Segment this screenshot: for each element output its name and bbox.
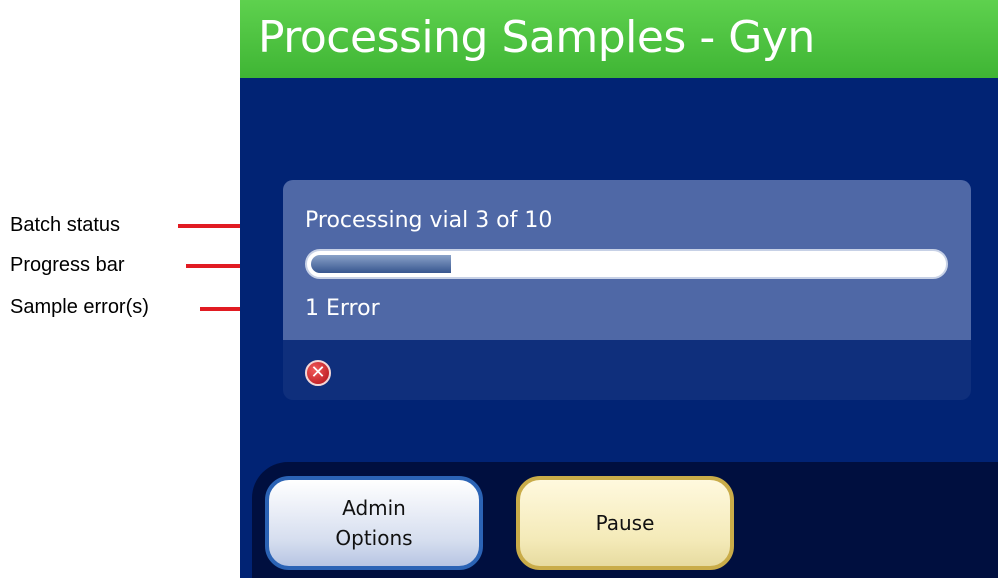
sample-errors-text[interactable]: 1 Error	[305, 296, 380, 321]
error-x-icon[interactable]: ✕	[305, 360, 331, 386]
callout-progress-bar: Progress bar	[10, 254, 125, 276]
page-title: Processing Samples - Gyn	[258, 12, 815, 63]
admin-options-label-line2: Options	[335, 526, 413, 550]
batch-status-panel-top: Processing vial 3 of 10 1 Error	[283, 180, 971, 340]
pause-label: Pause	[595, 511, 655, 535]
pause-button[interactable]: Pause	[516, 476, 734, 570]
batch-status-text: Processing vial 3 of 10	[305, 208, 553, 233]
admin-options-label: Admin Options	[335, 493, 412, 553]
progress-bar-fill	[311, 255, 451, 273]
progress-bar	[305, 249, 948, 279]
title-bar: Processing Samples - Gyn	[240, 0, 998, 78]
callout-batch-status: Batch status	[10, 214, 121, 236]
device-screen: Processing Samples - Gyn Processing vial…	[240, 0, 998, 578]
batch-status-panel: Processing vial 3 of 10 1 Error ✕	[283, 180, 971, 400]
callout-sample-errors: Sample error(s)	[10, 296, 149, 318]
admin-options-label-line1: Admin	[342, 496, 406, 520]
admin-options-button[interactable]: Admin Options	[265, 476, 483, 570]
